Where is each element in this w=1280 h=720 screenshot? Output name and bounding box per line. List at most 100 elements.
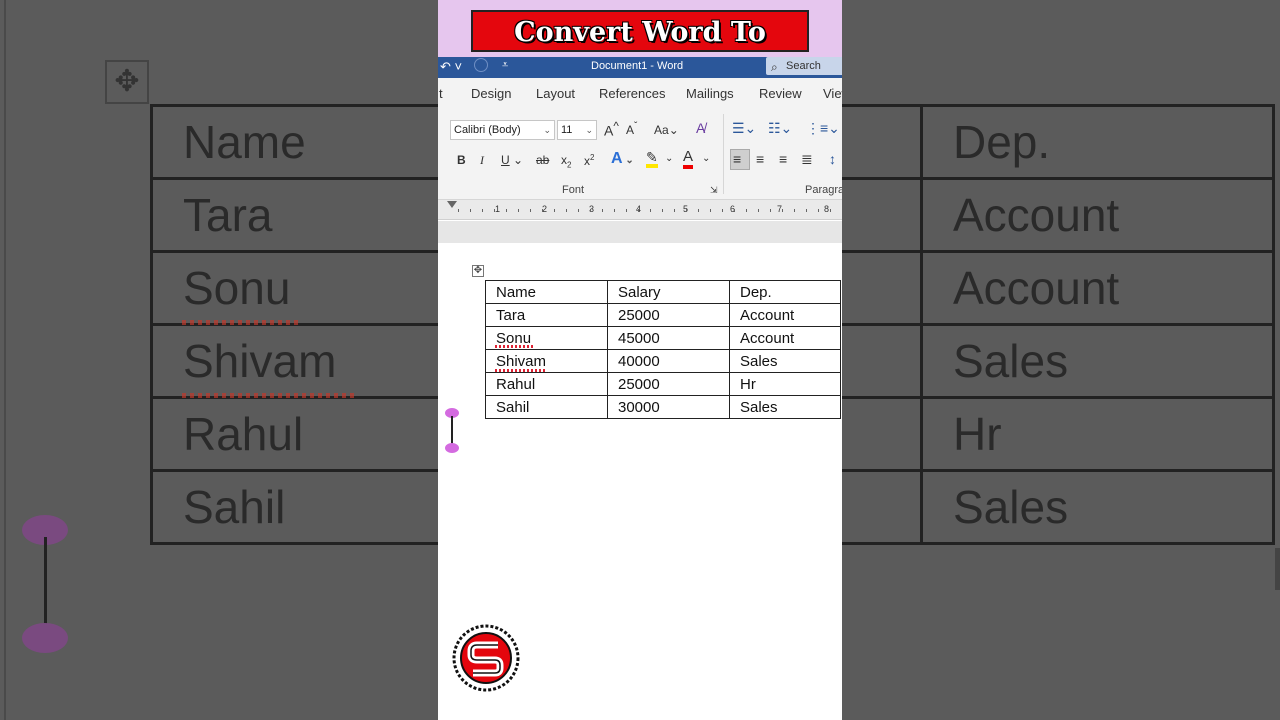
background-cell: Dep. <box>920 104 1275 180</box>
table-cell[interactable]: 40000 <box>607 349 730 373</box>
table-cell[interactable]: Account <box>729 303 841 327</box>
table-row[interactable]: Tara 25000 Account <box>485 303 841 327</box>
undo-icon[interactable]: ↶ ˅ <box>440 59 462 75</box>
background-cell: Sales <box>920 469 1275 545</box>
tab-review[interactable]: Review <box>759 86 802 101</box>
line-spacing-icon[interactable]: ↕ <box>829 151 836 167</box>
table-move-icon[interactable]: ✥ <box>472 265 484 277</box>
table-cell[interactable]: Tara <box>485 303 608 327</box>
underline-button[interactable]: U ⌄ <box>501 153 523 167</box>
tab-design[interactable]: Design <box>471 86 511 101</box>
tab-insert[interactable]: t <box>439 86 443 101</box>
bullets-icon[interactable]: ☰⌄ <box>732 120 756 137</box>
ruler-tick <box>662 209 663 212</box>
ruler-tick <box>578 209 579 212</box>
shrink-font-button[interactable]: Aˇ <box>626 121 637 137</box>
table-cell[interactable]: Rahul <box>485 372 608 396</box>
table-cell[interactable]: 45000 <box>607 326 730 350</box>
quick-access-menu-icon[interactable]: ⩡ <box>502 59 508 72</box>
font-size-select[interactable]: 11 ⌄ <box>557 120 597 140</box>
table-cell[interactable]: Sales <box>729 349 841 373</box>
justify-button[interactable]: ≣ <box>801 151 813 168</box>
ribbon-tabs: t Design Layout References Mailings Revi… <box>438 78 842 108</box>
chevron-down-icon[interactable]: ⌄ <box>702 153 710 164</box>
background-spell-squiggle <box>182 393 356 398</box>
horizontal-ruler[interactable]: 12345678 <box>438 200 842 220</box>
table-row[interactable]: Sonu 45000 Account <box>485 326 841 350</box>
table-row[interactable]: Rahul 25000 Hr <box>485 372 841 396</box>
table-cell[interactable]: Dep. <box>729 280 841 304</box>
align-right-button[interactable]: ≡ <box>779 151 787 167</box>
table-cell[interactable]: 25000 <box>607 372 730 396</box>
table-cell[interactable]: 30000 <box>607 395 730 419</box>
italic-button[interactable]: I <box>480 153 484 168</box>
subscript-button[interactable]: x2 <box>561 153 571 169</box>
font-color-button[interactable]: A <box>683 149 694 169</box>
tab-layout[interactable]: Layout <box>536 86 575 101</box>
strikethrough-button[interactable]: ab <box>536 153 549 167</box>
table-cell[interactable]: Account <box>729 326 841 350</box>
superscript-button[interactable]: x2 <box>584 153 594 168</box>
table-header-row[interactable]: Name Salary Dep. <box>485 280 841 304</box>
redo-icon[interactable] <box>474 58 488 72</box>
align-left-icon: ≡ <box>733 151 742 167</box>
text-effects-button[interactable]: A ⌄ <box>611 150 634 168</box>
tab-mailings[interactable]: Mailings <box>686 86 734 101</box>
ruler-label: 1 <box>495 204 501 214</box>
table-cell[interactable]: Salary <box>607 280 730 304</box>
font-dialog-launcher-icon[interactable]: ⇲ <box>710 185 718 196</box>
ruler-tick <box>494 209 495 212</box>
ruler-tick <box>758 209 759 212</box>
bold-button[interactable]: B <box>457 153 466 167</box>
ruler-tick <box>734 209 735 212</box>
ruler-tick <box>554 209 555 212</box>
ruler-tick <box>518 209 519 212</box>
chevron-down-icon[interactable]: ⌄ <box>665 153 673 164</box>
table-cell[interactable]: 25000 <box>607 303 730 327</box>
numbering-icon[interactable]: ☷⌄ <box>768 120 792 137</box>
ruler-tick <box>590 209 591 212</box>
background-edge-line <box>4 0 6 720</box>
font-name-select[interactable]: Calibri (Body) ⌄ <box>450 120 555 140</box>
background-table-move-icon: ✥ <box>105 60 149 104</box>
change-case-button[interactable]: Aa⌄ <box>654 123 679 137</box>
background-cell: Hr <box>920 396 1275 472</box>
table-cell[interactable]: Name <box>485 280 608 304</box>
logo-s-icon <box>451 615 521 701</box>
first-line-indent-marker[interactable] <box>447 201 457 208</box>
ruler-tick <box>650 209 651 212</box>
title-bar: ↶ ˅ ⩡ Document1 - Word ⌕ Search <box>438 57 842 78</box>
chevron-down-icon: ⌄ <box>543 125 551 135</box>
grow-font-button[interactable]: A^ <box>604 120 619 139</box>
document-page[interactable]: ✥ Name Salary Dep. Tara 25000 Account Sonu 4500… <box>438 243 842 720</box>
ruler-tick <box>806 209 807 212</box>
tab-references[interactable]: References <box>599 86 665 101</box>
banner: Convert Word To Table <box>438 0 842 90</box>
spelling-squiggle <box>495 369 547 372</box>
table-cell[interactable]: Sales <box>729 395 841 419</box>
paragraph-group-label: Paragra <box>805 184 842 196</box>
search-box[interactable]: ⌕ Search <box>766 57 842 75</box>
multilevel-list-icon[interactable]: ⋮≡⌄ <box>806 120 840 137</box>
ribbon: Calibri (Body) ⌄ 11 ⌄ A^ Aˇ Aa⌄ A̸ ☰⌄ ☷⌄… <box>438 108 842 200</box>
selection-cursor-handle[interactable] <box>444 408 460 454</box>
search-placeholder: Search <box>786 60 821 72</box>
table-row[interactable]: Sahil 30000 Sales <box>485 395 841 419</box>
font-group-label: Font <box>562 184 585 196</box>
background-cursor-handle <box>22 515 68 655</box>
clear-formatting-icon[interactable]: A̸ <box>696 120 705 136</box>
tab-view[interactable]: View <box>823 86 842 101</box>
document-title: Document1 - Word <box>591 60 684 72</box>
table-cell[interactable]: Sahil <box>485 395 608 419</box>
font-size-value: 11 <box>561 124 573 136</box>
ruler-tick <box>458 209 459 212</box>
banner-title: Convert Word To Table <box>471 10 809 90</box>
spelling-squiggle <box>495 345 533 348</box>
word-table[interactable]: Name Salary Dep. Tara 25000 Account Sonu 45000 A… <box>485 280 841 419</box>
table-cell[interactable]: Hr <box>729 372 841 396</box>
font-name-value: Calibri (Body) <box>454 124 521 136</box>
align-center-button[interactable]: ≡ <box>756 151 764 167</box>
ruler-label: 8 <box>824 204 830 214</box>
highlight-icon[interactable]: ✎ <box>646 150 658 168</box>
ruler-tick <box>770 209 771 212</box>
